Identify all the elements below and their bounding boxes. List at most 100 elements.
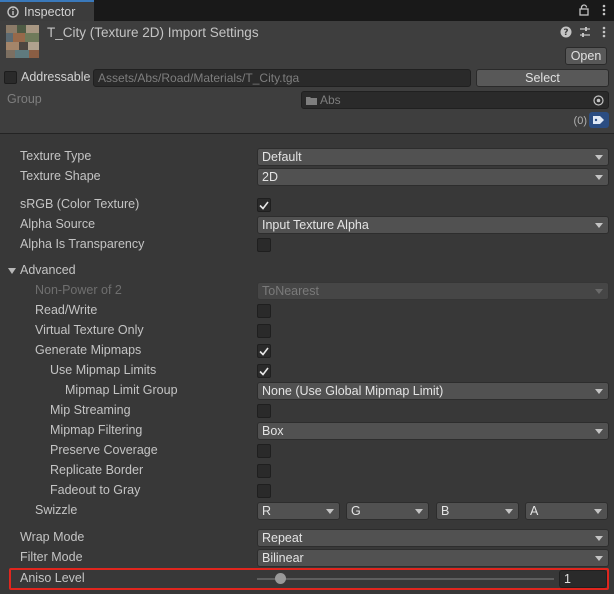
wrap-mode-label: Wrap Mode — [20, 530, 85, 544]
mipmap-limit-group-row: Mipmap Limit Group None (Use Global Mipm… — [0, 381, 614, 401]
alpha-transparency-row: Alpha Is Transparency — [0, 235, 614, 255]
generate-mipmaps-label: Generate Mipmaps — [35, 343, 142, 357]
menu-icon[interactable] — [598, 3, 610, 17]
foldout-arrow-icon[interactable] — [8, 268, 16, 274]
dropdown-arrow-icon — [595, 155, 603, 160]
generate-mipmaps-row: Generate Mipmaps — [0, 341, 614, 361]
npot-dropdown: ToNearest — [257, 282, 609, 300]
more-icon[interactable] — [598, 26, 610, 38]
texture-shape-dropdown[interactable]: 2D — [257, 168, 609, 186]
checkmark-icon — [259, 347, 269, 356]
virtual-texture-row: Virtual Texture Only — [0, 321, 614, 341]
group-label: Group — [7, 92, 42, 106]
texture-type-dropdown[interactable]: Default — [257, 148, 609, 166]
dropdown-arrow-icon — [326, 509, 334, 514]
replicate-border-label: Replicate Border — [50, 463, 144, 477]
generate-mipmaps-checkbox[interactable] — [257, 344, 271, 358]
replicate-border-row: Replicate Border — [0, 461, 614, 481]
fadeout-gray-row: Fadeout to Gray — [0, 481, 614, 501]
srgb-row: sRGB (Color Texture) — [0, 195, 614, 215]
open-button[interactable]: Open — [565, 47, 607, 65]
inspector-icon — [7, 5, 19, 18]
advanced-label: Advanced — [20, 263, 76, 277]
mipmap-filtering-label: Mipmap Filtering — [50, 423, 143, 437]
folder-icon — [306, 96, 317, 105]
wrap-mode-row: Wrap Mode Repeat — [0, 528, 614, 548]
tab-label: Inspector — [24, 4, 76, 19]
mipmap-limit-group-value: None (Use Global Mipmap Limit) — [262, 384, 444, 398]
mipmap-filtering-dropdown[interactable]: Box — [257, 422, 609, 440]
srgb-checkbox[interactable] — [257, 198, 271, 212]
virtual-texture-checkbox[interactable] — [257, 324, 271, 338]
texture-shape-label: Texture Shape — [20, 169, 101, 183]
dropdown-arrow-icon — [415, 509, 423, 514]
advanced-foldout[interactable]: Advanced — [0, 261, 614, 281]
asset-path-field[interactable]: Assets/Abs/Road/Materials/T_City.tga — [93, 69, 471, 87]
dropdown-arrow-icon — [594, 509, 602, 514]
dropdown-arrow-icon — [595, 536, 603, 541]
virtual-texture-label: Virtual Texture Only — [35, 323, 144, 337]
mip-streaming-label: Mip Streaming — [50, 403, 131, 417]
label-count: (0) — [573, 115, 587, 127]
checkmark-icon — [259, 201, 269, 210]
tab-inspector[interactable]: Inspector — [0, 0, 94, 21]
svg-text:?: ? — [563, 28, 568, 38]
read-write-row: Read/Write — [0, 301, 614, 321]
mip-streaming-checkbox[interactable] — [257, 404, 271, 418]
select-button[interactable]: Select — [476, 69, 609, 87]
use-mipmap-limits-label: Use Mipmap Limits — [50, 363, 157, 377]
filter-mode-value: Bilinear — [262, 551, 304, 565]
wrap-mode-value: Repeat — [262, 531, 303, 545]
npot-row: Non-Power of 2 ToNearest — [0, 281, 614, 301]
swizzle-g-dropdown[interactable]: G — [346, 502, 429, 520]
dropdown-arrow-icon — [595, 223, 603, 228]
preset-icon[interactable] — [579, 26, 591, 38]
swizzle-r-dropdown[interactable]: R — [257, 502, 340, 520]
aniso-level-label: Aniso Level — [20, 571, 85, 585]
aniso-level-input[interactable]: 1 — [559, 570, 607, 588]
group-value: Abs — [320, 93, 341, 107]
filter-mode-row: Filter Mode Bilinear — [0, 548, 614, 568]
import-header: T_City (Texture 2D) Import Settings ? Op… — [0, 21, 614, 134]
texture-type-row: Texture Type Default — [0, 147, 614, 167]
wrap-mode-dropdown[interactable]: Repeat — [257, 529, 609, 547]
aniso-level-slider-thumb[interactable] — [275, 573, 286, 584]
mipmap-limit-group-label: Mipmap Limit Group — [65, 383, 178, 397]
texture-thumbnail — [6, 25, 39, 58]
mipmap-filtering-value: Box — [262, 424, 284, 438]
target-icon[interactable] — [593, 95, 604, 109]
mipmap-limit-group-dropdown[interactable]: None (Use Global Mipmap Limit) — [257, 382, 609, 400]
group-field[interactable]: Abs — [301, 91, 609, 109]
texture-type-value: Default — [262, 150, 302, 164]
alpha-transparency-label: Alpha Is Transparency — [20, 237, 145, 251]
dropdown-arrow-icon — [595, 429, 603, 434]
filter-mode-dropdown[interactable]: Bilinear — [257, 549, 609, 567]
dropdown-arrow-icon — [505, 509, 513, 514]
texture-shape-value: 2D — [262, 170, 278, 184]
texture-type-label: Texture Type — [20, 149, 92, 163]
mip-streaming-row: Mip Streaming — [0, 401, 614, 421]
lock-icon[interactable] — [578, 3, 590, 17]
use-mipmap-limits-checkbox[interactable] — [257, 364, 271, 378]
alpha-source-value: Input Texture Alpha — [262, 218, 369, 232]
page-title: T_City (Texture 2D) Import Settings — [47, 25, 259, 40]
addressable-checkbox[interactable] — [4, 71, 17, 84]
group-row: Group Abs — [0, 91, 614, 109]
swizzle-b-value: B — [441, 504, 450, 518]
fadeout-gray-checkbox[interactable] — [257, 484, 271, 498]
label-tag-icon[interactable] — [589, 112, 609, 128]
aniso-level-slider-track[interactable] — [257, 578, 554, 580]
addressable-row: Addressable Assets/Abs/Road/Materials/T_… — [0, 69, 614, 89]
swizzle-a-dropdown[interactable]: A — [525, 502, 608, 520]
swizzle-a-value: A — [530, 504, 539, 518]
alpha-transparency-checkbox[interactable] — [257, 238, 271, 252]
alpha-source-dropdown[interactable]: Input Texture Alpha — [257, 216, 609, 234]
read-write-checkbox[interactable] — [257, 304, 271, 318]
preserve-coverage-label: Preserve Coverage — [50, 443, 158, 457]
swizzle-r-value: R — [262, 504, 272, 518]
tab-bar: Inspector — [0, 0, 614, 21]
replicate-border-checkbox[interactable] — [257, 464, 271, 478]
help-icon[interactable]: ? — [560, 26, 572, 38]
preserve-coverage-checkbox[interactable] — [257, 444, 271, 458]
swizzle-b-dropdown[interactable]: B — [436, 502, 519, 520]
